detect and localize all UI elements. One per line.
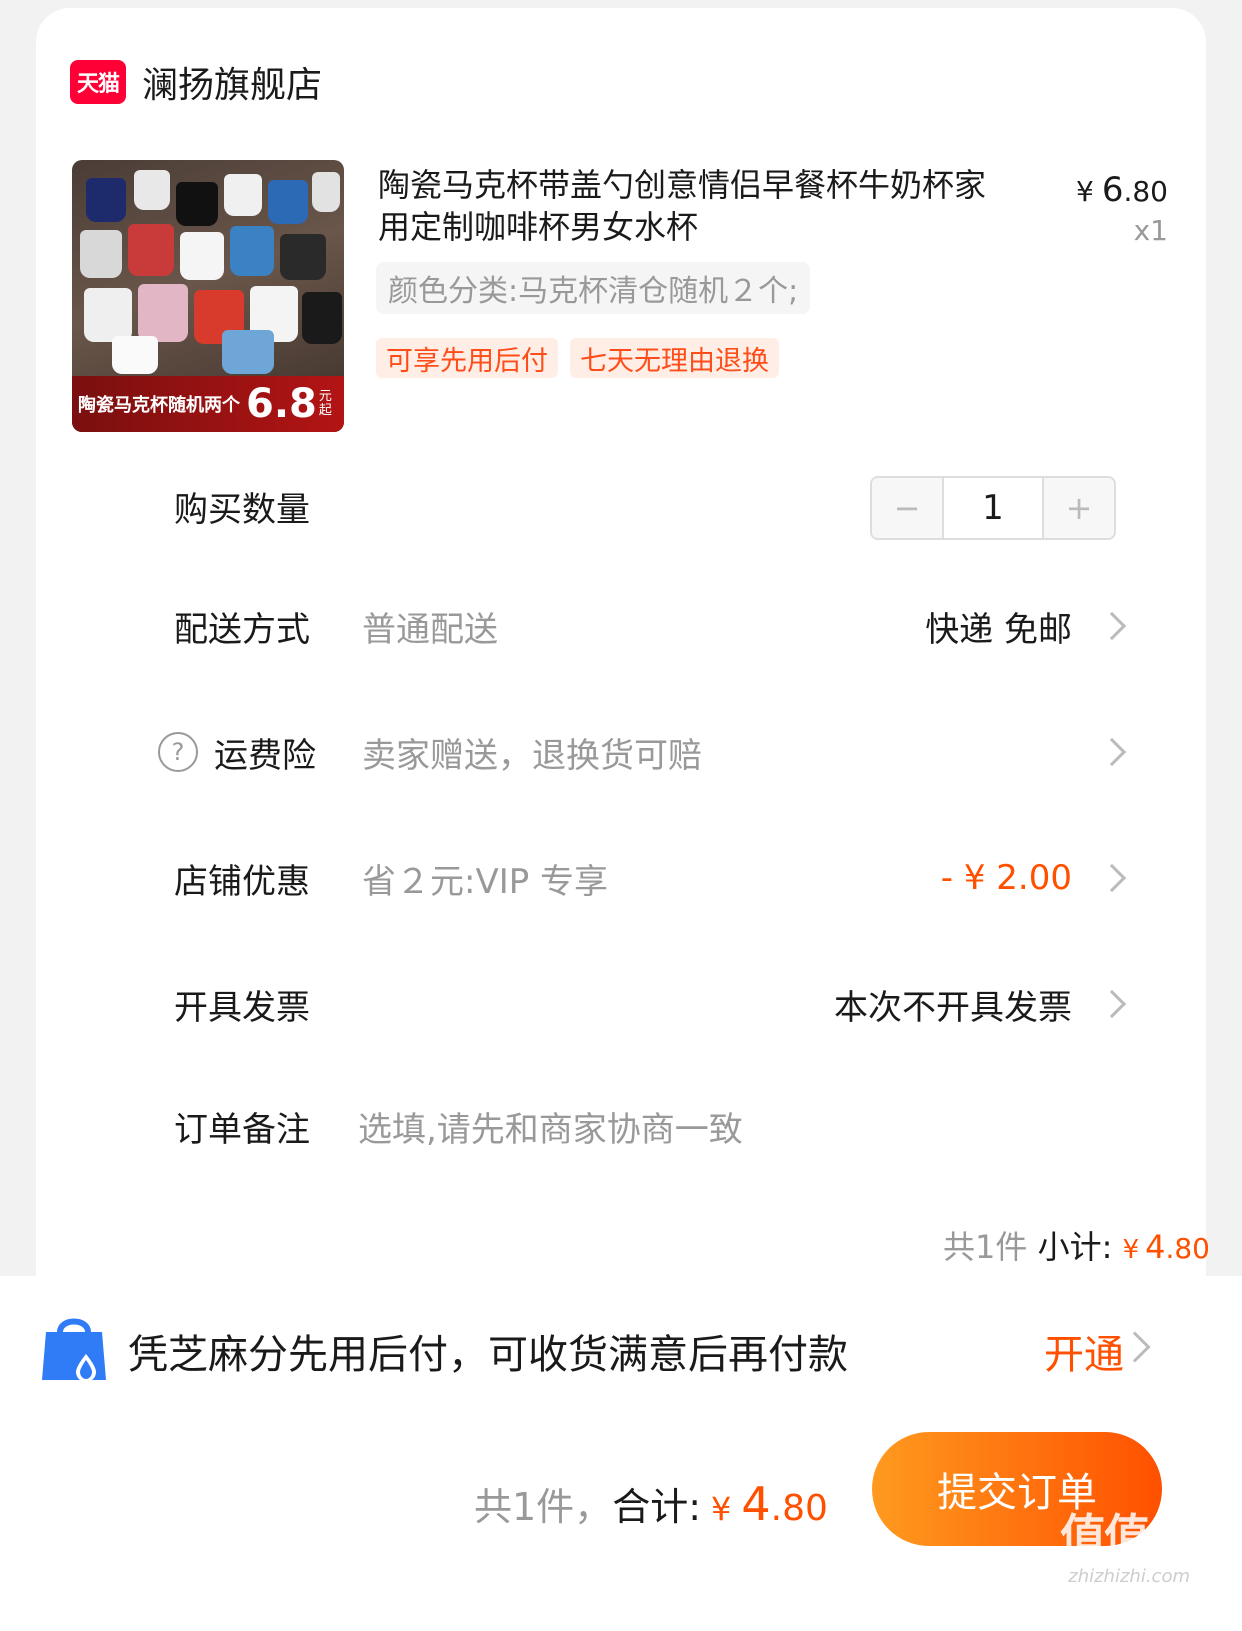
price-integer: 6 [1101,170,1124,210]
remark-row: 订单备注 选填,请先和商家协商一致 [36,1086,1206,1166]
product-sku[interactable]: 颜色分类:马克杯清仓随机２个; [376,262,811,314]
discount-value: - ¥ 2.00 [940,858,1072,898]
chevron-right-icon [1097,989,1127,1019]
help-icon[interactable]: ? [158,732,198,772]
bottom-bar: 凭芝麻分先用后付，可收货满意后再付款 开通 共1件，合计: ¥4.80 提交订单 … [0,1276,1242,1631]
quantity-stepper[interactable]: − 1 + [870,476,1116,540]
mug-decoration [222,330,274,374]
increment-button[interactable]: + [1044,478,1114,538]
pay-later-banner[interactable]: 凭芝麻分先用后付，可收货满意后再付款 开通 [0,1306,1242,1390]
subtotal-integer: 4 [1145,1228,1166,1266]
delivery-row[interactable]: 配送方式 普通配送 快递 免邮 [36,586,1206,666]
subtotal-currency: ¥ [1122,1235,1140,1265]
insurance-label: 运费险 [214,735,316,776]
product-price: ¥6.80 [1076,170,1168,210]
banner-unit: 元起 [318,388,332,418]
mug-decoration [230,226,274,276]
subtotal-decimal: .80 [1165,1232,1210,1265]
shopping-bag-icon [42,1318,106,1382]
quantity-label: 购买数量 [174,489,310,530]
invoice-label: 开具发票 [174,987,310,1028]
shop-name[interactable]: 澜扬旗舰店 [142,56,322,108]
total-amount: ¥4.80 [701,1477,828,1531]
banner-text: 陶瓷马克杯随机两个 [78,395,240,416]
chevron-right-icon [1119,1331,1151,1363]
subtotal-amount: ¥4.80 [1123,1228,1210,1266]
total-integer: 4 [741,1477,771,1531]
product-quantity: x1 [1133,214,1168,247]
pay-later-text: 凭芝麻分先用后付，可收货满意后再付款 [128,1332,848,1378]
order-card: 天猫 澜扬旗舰店 陶瓷马克杯随机两个 6.8 元起 陶瓷马克杯带盖勺创意情侣早餐… [36,8,1206,1368]
chevron-right-icon [1097,611,1127,641]
product-tags: 可享先用后付 七天无理由退换 [376,338,779,378]
mug-decoration [176,182,218,226]
mug-decoration [268,180,308,224]
total-label: 合计: [612,1485,701,1529]
quantity-input[interactable]: 1 [942,478,1044,538]
watermark: 值值值 [1060,1509,1194,1563]
price-currency: ¥ [1076,175,1094,208]
shop-header[interactable]: 天猫 澜扬旗舰店 [70,52,322,112]
remark-input[interactable]: 选填,请先和商家协商一致 [358,1102,743,1151]
product-image[interactable]: 陶瓷马克杯随机两个 6.8 元起 [72,160,344,432]
insurance-row[interactable]: ? 运费险 卖家赠送，退换货可赔 [36,712,1206,792]
mug-decoration [128,224,174,276]
mug-decoration [134,170,170,210]
subtotal-count: 共1件 [943,1228,1028,1266]
banner-price: 6.8 [246,381,317,427]
mug-decoration [80,230,122,278]
mug-decoration [302,292,342,344]
invoice-row[interactable]: 开具发票 本次不开具发票 [36,964,1206,1044]
tag-seven-day-return: 七天无理由退换 [570,338,779,378]
tmall-logo: 天猫 [70,60,126,104]
discount-sub: 省２元:VIP 专享 [362,861,609,902]
discount-row[interactable]: 店铺优惠 省２元:VIP 专享 - ¥ 2.00 [36,838,1206,918]
delivery-sub: 普通配送 [362,609,498,650]
mug-decoration [112,336,158,374]
mug-decoration [280,234,326,280]
subtotal-label: 小计: [1037,1228,1113,1266]
mug-decoration [86,178,126,222]
delivery-label: 配送方式 [174,609,310,650]
insurance-sub: 卖家赠送，退换货可赔 [362,735,702,776]
chevron-right-icon [1097,863,1127,893]
mug-decoration [312,172,340,212]
quantity-row: 购买数量 − 1 + [36,466,1206,546]
price-decimal: .80 [1123,175,1168,208]
delivery-value: 快递 免邮 [925,609,1072,650]
mug-decoration [84,288,132,342]
total-currency: ¥ [711,1490,732,1528]
tag-pay-later: 可享先用后付 [376,338,558,378]
remark-label: 订单备注 [174,1109,310,1150]
chevron-right-icon [1097,737,1127,767]
image-promo-banner: 陶瓷马克杯随机两个 6.8 元起 [72,376,344,432]
open-pay-later-button[interactable]: 开通 [1044,1322,1124,1380]
invoice-value: 本次不开具发票 [834,987,1072,1028]
decrement-button[interactable]: − [872,478,942,538]
product-title[interactable]: 陶瓷马克杯带盖勺创意情侣早餐杯牛奶杯家用定制咖啡杯男女水杯 [378,164,998,248]
mug-decoration [138,284,188,342]
discount-label: 店铺优惠 [174,861,310,902]
total-decimal: .80 [770,1488,828,1529]
mug-decoration [180,232,224,280]
total-count: 共1件， [474,1485,613,1529]
order-total: 共1件，合计: ¥4.80 [474,1476,828,1531]
watermark-url: zhizhizhi.com [1068,1566,1190,1587]
mug-decoration [224,174,262,216]
subtotal: 共1件 小计: ¥4.80 [943,1222,1210,1268]
